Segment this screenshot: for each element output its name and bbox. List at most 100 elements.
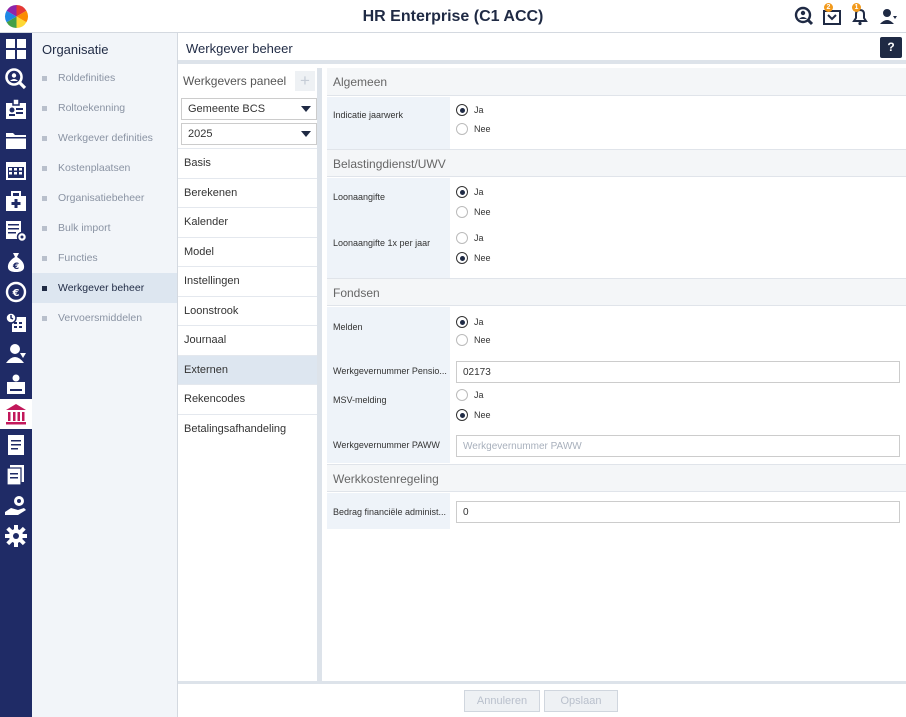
nav-item-werkgever-definities[interactable]: Werkgever definities	[32, 123, 177, 153]
radio-label: Ja	[474, 317, 484, 327]
loonaangifte-label: Loonaangifte	[333, 192, 386, 202]
document-settings-icon[interactable]	[4, 219, 28, 243]
subnav-externen[interactable]: Externen	[178, 354, 317, 384]
folder-icon[interactable]	[4, 128, 28, 152]
subnav-instellingen[interactable]: Instellingen	[178, 266, 317, 296]
section-fondsen-title: Fondsen	[327, 278, 906, 306]
section-werkkosten-title: Werkkostenregeling	[327, 464, 906, 492]
search-user-icon[interactable]	[4, 67, 28, 91]
loonaangifte-1x-ja[interactable]: Ja	[456, 231, 484, 245]
nav-item-roldefinities[interactable]: Roldefinities	[32, 63, 177, 93]
section-belasting-title: Belastingdienst/UWV	[327, 149, 906, 177]
user-menu-icon[interactable]	[878, 5, 898, 27]
subnav-journaal[interactable]: Journaal	[178, 325, 317, 355]
money-bag-icon[interactable]: €	[4, 250, 28, 274]
radio-selected-icon	[456, 316, 468, 328]
radio-empty-icon	[456, 206, 468, 218]
radio-empty-icon	[456, 389, 468, 401]
calendar-icon[interactable]	[4, 158, 28, 182]
employee-icon[interactable]	[4, 341, 28, 365]
subnav-loonstrook[interactable]: Loonstrook	[178, 295, 317, 326]
subnav-rekencodes[interactable]: Rekencodes	[178, 384, 317, 414]
bedrag-financiele-input[interactable]	[456, 501, 900, 523]
euro-cycle-icon[interactable]: €	[4, 280, 28, 304]
nav-item-vervoersmiddelen[interactable]: Vervoersmiddelen	[32, 303, 177, 333]
user-search-icon[interactable]	[794, 5, 814, 27]
report-icon[interactable]	[4, 433, 28, 457]
top-icons: 2 1	[794, 3, 898, 27]
nav-item-bulk-import[interactable]: Bulk import	[32, 213, 177, 243]
loonaangifte-ja[interactable]: Ja	[456, 185, 484, 199]
indicatie-jaarwerk-label: Indicatie jaarwerk	[333, 110, 404, 120]
hand-coin-icon[interactable]	[4, 494, 28, 518]
werkgevernummer-pensioen-input[interactable]	[456, 361, 900, 383]
radio-label: Ja	[474, 187, 484, 197]
nav-item-kostenplaatsen[interactable]: Kostenplaatsen	[32, 153, 177, 183]
melden-nee[interactable]: Nee	[456, 333, 491, 347]
msv-melding-nee[interactable]: Nee	[456, 408, 491, 422]
radio-selected-icon	[456, 186, 468, 198]
nav-item-werkgever-beheer[interactable]: Werkgever beheer	[32, 273, 177, 303]
chevron-down-icon	[301, 106, 311, 112]
loonaangifte-nee[interactable]: Nee	[456, 205, 491, 219]
subnav-betalingsafhandeling[interactable]: Betalingsafhandeling	[178, 413, 317, 444]
page-header: Werkgever beheer ?	[178, 33, 906, 64]
indicatie-jaarwerk-nee[interactable]: Nee	[456, 122, 491, 136]
documents-icon[interactable]	[4, 463, 28, 487]
bedrag-financiele-label: Bedrag financiële administ...	[333, 507, 447, 517]
radio-label: Ja	[474, 233, 484, 243]
nav-organisation-active[interactable]	[0, 399, 32, 429]
nav-item-roltoekenning[interactable]: Roltoekenning	[32, 93, 177, 123]
bell-badge: 1	[852, 3, 861, 12]
help-button[interactable]: ?	[880, 37, 902, 58]
werkgevernummer-paww-label: Werkgevernummer PAWW	[333, 440, 440, 450]
radio-empty-icon	[456, 123, 468, 135]
employer-select[interactable]: Gemeente BCS	[181, 98, 317, 120]
year-select-value: 2025	[188, 128, 213, 140]
loonaangifte-1x-nee[interactable]: Nee	[456, 251, 491, 265]
werkgevernummer-pensioen-label: Werkgevernummer Pensio...	[333, 366, 447, 376]
radio-label: Nee	[474, 207, 491, 217]
schedule-icon[interactable]	[4, 311, 28, 335]
indicatie-jaarwerk-ja[interactable]: Ja	[456, 103, 484, 117]
subnav-berekenen[interactable]: Berekenen	[178, 177, 317, 208]
section-algemeen-title: Algemeen	[327, 68, 906, 96]
msv-melding-ja[interactable]: Ja	[456, 388, 484, 402]
subnav-basis[interactable]: Basis	[178, 148, 317, 178]
subnav-model[interactable]: Model	[178, 236, 317, 267]
inbox-badge: 2	[824, 3, 833, 12]
radio-label: Ja	[474, 105, 484, 115]
radio-label: Ja	[474, 390, 484, 400]
employer-select-value: Gemeente BCS	[188, 103, 266, 115]
add-employer-button[interactable]: +	[295, 71, 315, 91]
msv-melding-label: MSV-melding	[333, 395, 387, 405]
svg-text:€: €	[12, 288, 20, 299]
dashboard-icon[interactable]	[4, 37, 28, 61]
presenter-icon[interactable]	[4, 372, 28, 396]
inbox-notification[interactable]: 2	[822, 3, 842, 27]
page-title: Werkgever beheer	[186, 41, 293, 56]
organisation-nav: Organisatie Roldefinities Roltoekenning …	[32, 33, 178, 717]
radio-label: Nee	[474, 335, 491, 345]
gear-icon[interactable]	[4, 524, 28, 548]
bell-notification[interactable]: 1	[850, 3, 870, 27]
module-sidebar: € €	[0, 33, 32, 717]
subnav-kalender[interactable]: Kalender	[178, 207, 317, 237]
medical-kit-icon[interactable]	[4, 189, 28, 213]
radio-empty-icon	[456, 334, 468, 346]
werkgevernummer-paww-input[interactable]	[456, 435, 900, 457]
nav-item-organisatiebeheer[interactable]: Organisatiebeheer	[32, 183, 177, 213]
radio-selected-icon	[456, 104, 468, 116]
externen-form: Algemeen Indicatie jaarwerk Ja Nee Belas…	[327, 68, 906, 681]
save-button[interactable]: Opslaan	[544, 690, 618, 712]
radio-selected-icon	[456, 252, 468, 264]
svg-text:€: €	[12, 262, 19, 272]
year-select[interactable]: 2025	[181, 123, 317, 145]
employer-panel: Werkgevers paneel + Gemeente BCS 2025 Ba…	[178, 68, 322, 681]
radio-selected-icon	[456, 409, 468, 421]
cancel-button[interactable]: Annuleren	[464, 690, 540, 712]
melden-label: Melden	[333, 322, 363, 332]
id-badge-icon[interactable]	[4, 97, 28, 121]
nav-item-functies[interactable]: Functies	[32, 243, 177, 273]
melden-ja[interactable]: Ja	[456, 315, 484, 329]
